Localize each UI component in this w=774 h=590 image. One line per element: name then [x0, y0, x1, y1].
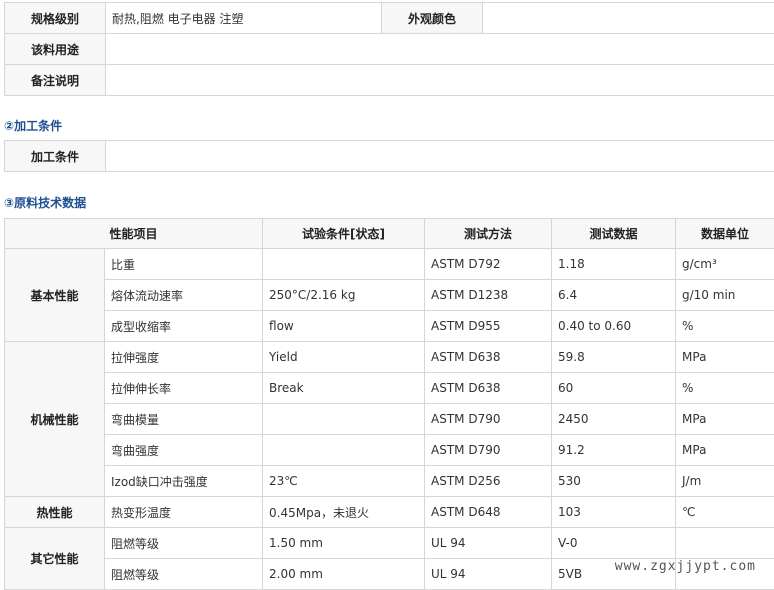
cell-item: 拉伸伸长率 — [105, 373, 263, 404]
cell-unit: MPa — [676, 342, 774, 373]
cell-method: ASTM D790 — [425, 435, 552, 466]
table-row: 基本性能 比重 ASTM D792 1.18 g/cm³ — [5, 249, 774, 280]
cell-value: 60 — [552, 373, 676, 404]
usage-value — [106, 34, 774, 65]
tech-data-table: 性能项目 试验条件[状态] 测试方法 测试数据 数据单位 基本性能 比重 AST… — [4, 218, 774, 590]
cell-item: 阻燃等级 — [105, 559, 263, 590]
cell-condition: 23℃ — [263, 466, 425, 497]
cell-method: ASTM D1238 — [425, 280, 552, 311]
cell-method: ASTM D638 — [425, 373, 552, 404]
cell-method: UL 94 — [425, 528, 552, 559]
table-row: 热性能 热变形温度 0.45Mpa，未退火 ASTM D648 103 ℃ — [5, 497, 774, 528]
color-value — [483, 3, 774, 34]
header-unit: 数据单位 — [676, 219, 774, 249]
cell-item: 阻燃等级 — [105, 528, 263, 559]
grade-value: 耐热,阻燃 电子电器 注塑 — [106, 3, 382, 34]
cell-unit: J/m — [676, 466, 774, 497]
cell-method: ASTM D790 — [425, 404, 552, 435]
cell-unit: % — [676, 311, 774, 342]
cell-item: 弯曲模量 — [105, 404, 263, 435]
processing-table: 加工条件 — [4, 140, 774, 172]
cell-item: 熔体流动速率 — [105, 280, 263, 311]
group-mechanical: 机械性能 — [5, 342, 105, 497]
cell-value: 2450 — [552, 404, 676, 435]
cell-condition — [263, 249, 425, 280]
group-other: 其它性能 — [5, 528, 105, 590]
usage-label: 该料用途 — [5, 34, 106, 65]
cell-value: 91.2 — [552, 435, 676, 466]
cell-value: 59.8 — [552, 342, 676, 373]
tech-header-row: 性能项目 试验条件[状态] 测试方法 测试数据 数据单位 — [5, 219, 774, 249]
cell-method: ASTM D648 — [425, 497, 552, 528]
table-row: 弯曲模量 ASTM D790 2450 MPa — [5, 404, 774, 435]
table-row: 其它性能 阻燃等级 1.50 mm UL 94 V-0 — [5, 528, 774, 559]
cell-condition: 0.45Mpa，未退火 — [263, 497, 425, 528]
cell-method: ASTM D955 — [425, 311, 552, 342]
table-row: Izod缺口冲击强度 23℃ ASTM D256 530 J/m — [5, 466, 774, 497]
notes-row: 备注说明 — [5, 65, 774, 96]
table-row: 拉伸伸长率 Break ASTM D638 60 % — [5, 373, 774, 404]
cell-method: ASTM D792 — [425, 249, 552, 280]
cell-condition: flow — [263, 311, 425, 342]
cell-item: 拉伸强度 — [105, 342, 263, 373]
table-row: 成型收缩率 flow ASTM D955 0.40 to 0.60 % — [5, 311, 774, 342]
cell-value: 1.18 — [552, 249, 676, 280]
notes-label: 备注说明 — [5, 65, 106, 96]
cell-method: UL 94 — [425, 559, 552, 590]
notes-value — [106, 65, 774, 96]
header-value: 测试数据 — [552, 219, 676, 249]
cell-unit: g/cm³ — [676, 249, 774, 280]
processing-value — [106, 141, 774, 172]
processing-row: 加工条件 — [5, 141, 774, 172]
cell-item: 热变形温度 — [105, 497, 263, 528]
cell-item: Izod缺口冲击强度 — [105, 466, 263, 497]
processing-section-title: ②加工条件 — [4, 118, 62, 134]
cell-value: 0.40 to 0.60 — [552, 311, 676, 342]
cell-unit: ℃ — [676, 497, 774, 528]
usage-row: 该料用途 — [5, 34, 774, 65]
cell-condition — [263, 404, 425, 435]
processing-label: 加工条件 — [5, 141, 106, 172]
grade-label: 规格级别 — [5, 3, 106, 34]
table-row: 弯曲强度 ASTM D790 91.2 MPa — [5, 435, 774, 466]
cell-condition: 2.00 mm — [263, 559, 425, 590]
cell-item: 比重 — [105, 249, 263, 280]
color-label: 外观颜色 — [382, 3, 483, 34]
cell-value: 530 — [552, 466, 676, 497]
table-row: 熔体流动速率 250°C/2.16 kg ASTM D1238 6.4 g/10… — [5, 280, 774, 311]
cell-value: 6.4 — [552, 280, 676, 311]
cell-value: 103 — [552, 497, 676, 528]
cell-condition: 1.50 mm — [263, 528, 425, 559]
cell-unit: MPa — [676, 435, 774, 466]
group-thermal: 热性能 — [5, 497, 105, 528]
cell-unit: g/10 min — [676, 280, 774, 311]
watermark: www.zgxjjypt.com — [615, 559, 756, 574]
cell-item: 弯曲强度 — [105, 435, 263, 466]
cell-unit: MPa — [676, 404, 774, 435]
cell-condition: Break — [263, 373, 425, 404]
cell-condition — [263, 435, 425, 466]
cell-method: ASTM D256 — [425, 466, 552, 497]
cell-value: V-0 — [552, 528, 676, 559]
cell-method: ASTM D638 — [425, 342, 552, 373]
tech-section-title: ③原料技术数据 — [4, 195, 86, 211]
table-row: 机械性能 拉伸强度 Yield ASTM D638 59.8 MPa — [5, 342, 774, 373]
cell-condition: Yield — [263, 342, 425, 373]
group-basic: 基本性能 — [5, 249, 105, 342]
header-method: 测试方法 — [425, 219, 552, 249]
cell-condition: 250°C/2.16 kg — [263, 280, 425, 311]
cell-unit — [676, 528, 774, 559]
header-item: 性能项目 — [5, 219, 263, 249]
grade-row: 规格级别 耐热,阻燃 电子电器 注塑 外观颜色 — [5, 3, 774, 34]
basic-info-table: 规格级别 耐热,阻燃 电子电器 注塑 外观颜色 该料用途 备注说明 — [4, 2, 774, 96]
cell-unit: % — [676, 373, 774, 404]
header-condition: 试验条件[状态] — [263, 219, 425, 249]
cell-item: 成型收缩率 — [105, 311, 263, 342]
